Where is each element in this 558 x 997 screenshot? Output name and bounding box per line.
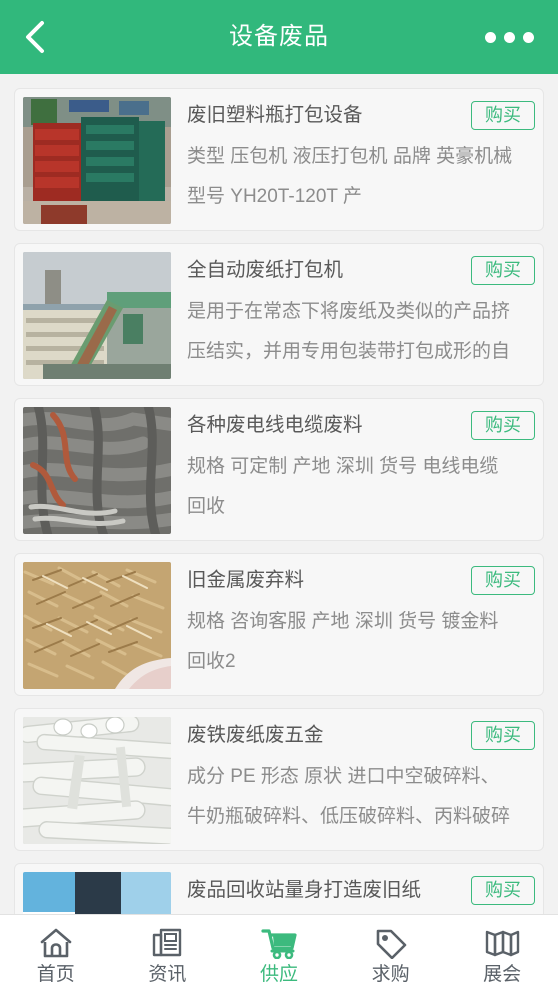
product-thumbnail [23, 872, 171, 914]
tab-label: 供应 [259, 964, 298, 985]
product-desc-line: 规格 可定制 产地 深圳 货号 电线电缆 [187, 456, 499, 477]
product-title: 旧金属废弃料 [187, 569, 305, 591]
product-info: 各种废电线电缆废料 购买 规格 可定制 产地 深圳 货号 电线电缆 回收 [171, 407, 535, 527]
product-desc-line: 类型 压包机 液压打包机 品牌 英豪机械 [187, 146, 513, 167]
product-title: 全自动废纸打包机 [187, 259, 344, 281]
tag-icon [374, 926, 408, 960]
product-thumbnail [23, 717, 171, 844]
app-header: 设备废品 [0, 0, 558, 74]
product-description: 规格 可定制 产地 深圳 货号 电线电缆 回收 [187, 447, 535, 527]
tab-exhibition[interactable]: 展会 [446, 915, 558, 997]
product-header: 全自动废纸打包机 购买 [187, 256, 535, 290]
product-thumbnail [23, 252, 171, 379]
product-description: 规格 咨询客服 产地 深圳 货号 镀金料 回收2 [187, 602, 535, 682]
product-title: 废铁废纸废五金 [187, 724, 324, 746]
home-icon [39, 926, 73, 960]
product-desc-line: 成分 PE 形态 原状 进口中空破碎料、 [187, 766, 500, 787]
shopping-cart-icon [261, 926, 297, 960]
tab-label: 展会 [483, 964, 522, 985]
product-info: 废铁废纸废五金 购买 成分 PE 形态 原状 进口中空破碎料、 牛奶瓶破碎料、低… [171, 717, 535, 837]
product-thumbnail [23, 562, 171, 689]
product-description: 类型 压包机 液压打包机 品牌 英豪机械 型号 YH20T-120T 产 [187, 137, 535, 217]
product-header: 废铁废纸废五金 购买 [187, 721, 535, 755]
tab-supply[interactable]: 供应 [223, 915, 335, 997]
buy-button[interactable]: 购买 [471, 566, 535, 595]
tab-purchase[interactable]: 求购 [335, 915, 447, 997]
tab-news[interactable]: 资讯 [112, 915, 224, 997]
product-desc-line: 是用于在常态下将废纸及类似的产品挤 [187, 301, 511, 322]
folding-screen-icon [484, 926, 520, 960]
product-info: 废旧塑料瓶打包设备 购买 类型 压包机 液压打包机 品牌 英豪机械 型号 YH2… [171, 97, 535, 217]
product-info: 全自动废纸打包机 购买 是用于在常态下将废纸及类似的产品挤 压结实，并用专用包装… [171, 252, 535, 372]
tab-label: 求购 [371, 964, 410, 985]
product-card[interactable]: 旧金属废弃料 购买 规格 咨询客服 产地 深圳 货号 镀金料 回收2 [14, 553, 544, 696]
product-header: 旧金属废弃料 购买 [187, 566, 535, 600]
product-card[interactable]: 废铁废纸废五金 购买 成分 PE 形态 原状 进口中空破碎料、 牛奶瓶破碎料、低… [14, 708, 544, 851]
more-dots-icon [485, 31, 496, 43]
product-card[interactable]: 废旧塑料瓶打包设备 购买 类型 压包机 液压打包机 品牌 英豪机械 型号 YH2… [14, 88, 544, 231]
product-title: 废旧塑料瓶打包设备 [187, 104, 363, 126]
buy-button[interactable]: 购买 [471, 721, 535, 750]
product-list[interactable]: 废旧塑料瓶打包设备 购买 类型 压包机 液压打包机 品牌 英豪机械 型号 YH2… [0, 74, 558, 914]
product-header: 废品回收站量身打造废旧纸 购买 [187, 876, 535, 910]
product-desc-line: 回收 [187, 496, 226, 517]
product-thumbnail [23, 407, 171, 534]
buy-button[interactable]: 购买 [471, 256, 535, 285]
more-menu-button[interactable] [485, 15, 534, 59]
product-title: 废品回收站量身打造废旧纸 [187, 879, 422, 901]
more-dots-icon [523, 31, 534, 43]
product-description: 是用于在常态下将废纸及类似的产品挤 压结实，并用专用包装带打包成形的自 [187, 292, 535, 372]
product-info: 废品回收站量身打造废旧纸 购买 [171, 872, 535, 912]
product-header: 各种废电线电缆废料 购买 [187, 411, 535, 445]
chevron-left-icon [22, 17, 48, 57]
product-thumbnail [23, 97, 171, 224]
product-desc-line: 规格 咨询客服 产地 深圳 货号 镀金料 [187, 611, 499, 632]
product-title: 各种废电线电缆废料 [187, 414, 363, 436]
buy-button[interactable]: 购买 [471, 101, 535, 130]
product-header: 废旧塑料瓶打包设备 购买 [187, 101, 535, 135]
tab-label: 资讯 [148, 964, 187, 985]
product-desc-line: 回收2 [187, 651, 236, 672]
page-title: 设备废品 [229, 23, 329, 50]
product-desc-line: 压结实，并用专用包装带打包成形的自 [187, 341, 511, 362]
product-card[interactable]: 废品回收站量身打造废旧纸 购买 [14, 863, 544, 914]
product-description: 成分 PE 形态 原状 进口中空破碎料、 牛奶瓶破碎料、低压破碎料、丙料破碎 [187, 757, 535, 837]
bottom-navigation: 首页 资讯 供应 求购 展会 [0, 914, 558, 997]
buy-button[interactable]: 购买 [471, 411, 535, 440]
buy-button[interactable]: 购买 [471, 876, 535, 905]
product-info: 旧金属废弃料 购买 规格 咨询客服 产地 深圳 货号 镀金料 回收2 [171, 562, 535, 682]
more-dots-icon [504, 31, 515, 43]
back-button[interactable] [22, 15, 62, 59]
product-desc-line: 型号 YH20T-120T 产 [187, 186, 362, 207]
product-desc-line: 牛奶瓶破碎料、低压破碎料、丙料破碎 [187, 806, 511, 827]
product-card[interactable]: 各种废电线电缆废料 购买 规格 可定制 产地 深圳 货号 电线电缆 回收 [14, 398, 544, 541]
newspaper-icon [151, 926, 183, 960]
product-card[interactable]: 全自动废纸打包机 购买 是用于在常态下将废纸及类似的产品挤 压结实，并用专用包装… [14, 243, 544, 386]
tab-label: 首页 [36, 964, 75, 985]
tab-home[interactable]: 首页 [0, 915, 112, 997]
